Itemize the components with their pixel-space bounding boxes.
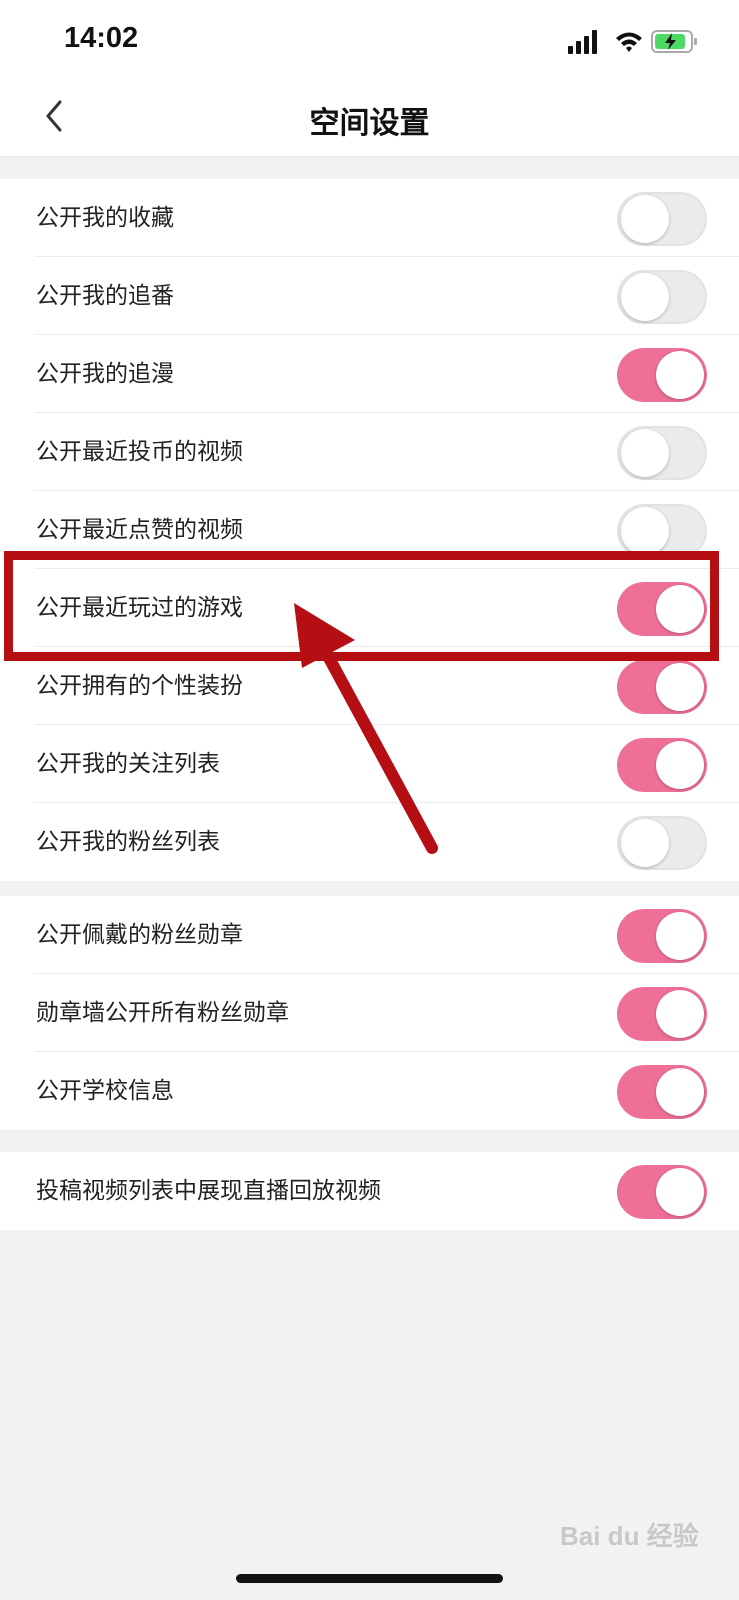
watermark-text: Bai du 经验: [560, 1521, 699, 1551]
status-icons: [568, 30, 697, 54]
setting-toggle[interactable]: [617, 660, 707, 714]
setting-row: 投稿视频列表中展现直播回放视频: [0, 1152, 739, 1230]
setting-toggle[interactable]: [617, 348, 707, 402]
setting-label: 公开最近点赞的视频: [36, 517, 243, 543]
settings-group-medals: 公开佩戴的粉丝勋章勋章墙公开所有粉丝勋章 公开学校信息: [0, 896, 739, 1130]
setting-label: 公开我的收藏: [36, 205, 174, 231]
setting-toggle[interactable]: [617, 738, 707, 792]
setting-toggle[interactable]: [617, 504, 707, 558]
watermark-logo: Bai du 经验: [560, 1516, 699, 1553]
toggle-knob: [621, 429, 669, 477]
setting-toggle[interactable]: [617, 1165, 707, 1219]
battery-charging-icon: [651, 30, 697, 53]
setting-label: 公开佩戴的粉丝勋章: [36, 922, 243, 948]
signal-icon: [568, 30, 597, 54]
setting-row: 公开最近玩过的游戏: [0, 569, 739, 647]
setting-toggle[interactable]: [617, 582, 707, 636]
setting-label: 公开我的追番: [36, 283, 174, 309]
toggle-knob: [656, 663, 704, 711]
toggle-knob: [621, 507, 669, 555]
home-indicator[interactable]: [236, 1574, 503, 1583]
setting-label: 公开学校信息: [36, 1078, 174, 1104]
wifi-icon: [616, 32, 642, 52]
setting-row: 公开我的追番: [0, 257, 739, 335]
toggle-knob: [656, 1168, 704, 1216]
setting-label: 投稿视频列表中展现直播回放视频: [36, 1178, 381, 1204]
setting-label: 公开最近投币的视频: [36, 439, 243, 465]
status-time: 14:02: [64, 22, 139, 54]
setting-label: 公开最近玩过的游戏: [36, 595, 243, 621]
setting-row: 公开最近投币的视频: [0, 413, 739, 491]
setting-row: 勋章墙公开所有粉丝勋章: [0, 974, 739, 1052]
setting-toggle[interactable]: [617, 192, 707, 246]
settings-group-videos: 投稿视频列表中展现直播回放视频: [0, 1152, 739, 1230]
setting-toggle[interactable]: [617, 270, 707, 324]
toggle-knob: [656, 741, 704, 789]
toggle-knob: [656, 912, 704, 960]
setting-row: 公开我的关注列表: [0, 725, 739, 803]
status-bar: 14:02: [0, 0, 739, 78]
setting-label: 公开我的关注列表: [36, 751, 220, 777]
toggle-knob: [656, 990, 704, 1038]
setting-row: 公开最近点赞的视频: [0, 491, 739, 569]
setting-toggle[interactable]: [617, 426, 707, 480]
setting-row: 公开我的粉丝列表: [0, 803, 739, 881]
setting-toggle[interactable]: [617, 1065, 707, 1119]
toggle-knob: [621, 819, 669, 867]
setting-row: 公开佩戴的粉丝勋章: [0, 896, 739, 974]
setting-label: 公开拥有的个性装扮: [36, 673, 243, 699]
settings-group-privacy: 公开我的收藏 公开我的追番 公开我的追漫公开最近投币的视频 公开最近点赞的视频 公开最近…: [0, 179, 739, 881]
navigation-bar: 空间设置: [0, 78, 739, 157]
setting-label: 公开我的追漫: [36, 361, 174, 387]
page-title: 空间设置: [309, 106, 430, 141]
setting-toggle[interactable]: [617, 909, 707, 963]
toggle-knob: [656, 351, 704, 399]
toggle-knob: [621, 195, 669, 243]
setting-label: 勋章墙公开所有粉丝勋章: [36, 1000, 289, 1026]
setting-row: 公开学校信息: [0, 1052, 739, 1130]
toggle-knob: [621, 273, 669, 321]
toggle-knob: [656, 585, 704, 633]
setting-row: 公开我的收藏: [0, 179, 739, 257]
toggle-knob: [656, 1068, 704, 1116]
setting-label: 公开我的粉丝列表: [36, 829, 220, 855]
setting-row: 公开拥有的个性装扮: [0, 647, 739, 725]
setting-toggle[interactable]: [617, 987, 707, 1041]
setting-toggle[interactable]: [617, 816, 707, 870]
setting-row: 公开我的追漫: [0, 335, 739, 413]
